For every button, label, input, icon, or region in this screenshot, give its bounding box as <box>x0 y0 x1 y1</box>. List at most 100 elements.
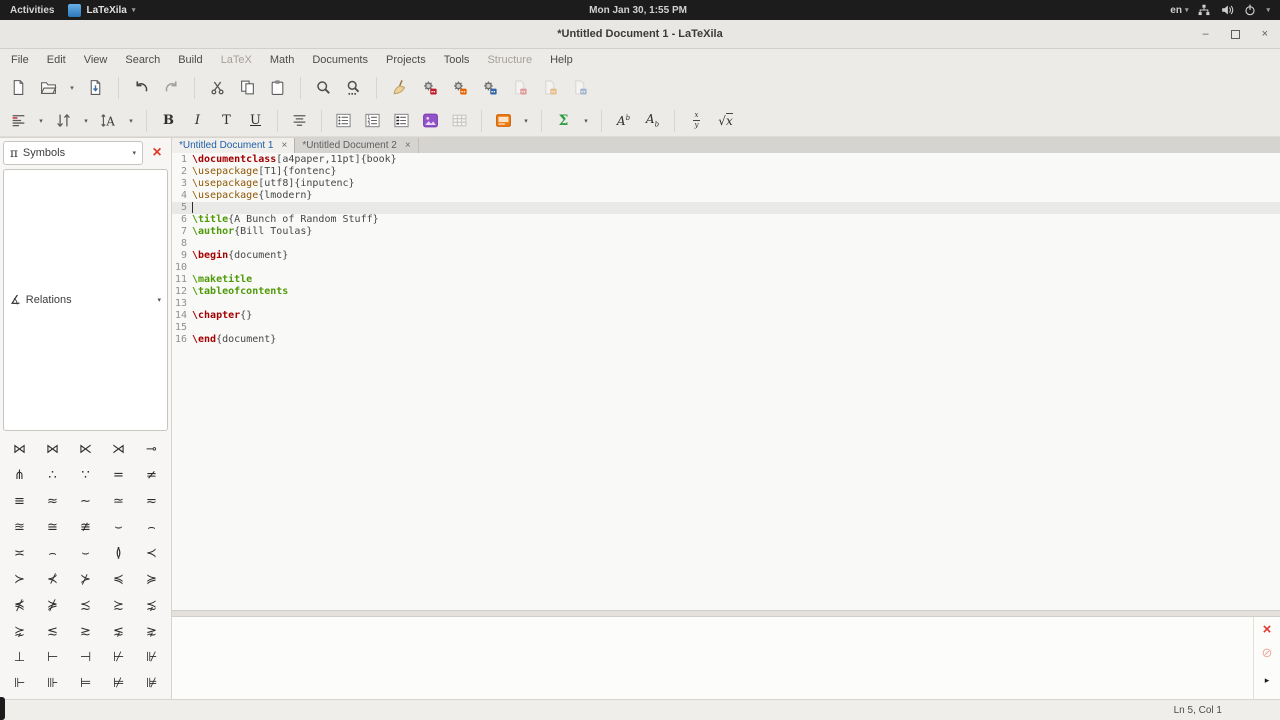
activities-button[interactable]: Activities <box>10 5 54 16</box>
symbol-button[interactable]: ⊯ <box>135 670 168 696</box>
italic-button[interactable]: I <box>185 108 210 133</box>
symbol-button[interactable]: ∵ <box>69 462 102 488</box>
symbol-button[interactable]: ⊥ <box>3 644 36 670</box>
character-size-button[interactable]: A <box>96 108 121 133</box>
menu-structure[interactable]: Structure <box>478 51 541 69</box>
code-line[interactable]: 15 <box>172 322 1280 334</box>
code-line[interactable]: 7\author{Bill Toulas} <box>172 226 1280 238</box>
open-recent-dropdown[interactable]: ▾ <box>66 75 78 100</box>
code-line[interactable]: 1\documentclass[a4paper,11pt]{book} <box>172 154 1280 166</box>
expand-panel-icon[interactable]: ▸ <box>1265 676 1270 685</box>
close-side-panel-button[interactable]: × <box>146 142 168 164</box>
code-line[interactable]: 2\usepackage[T1]{fontenc} <box>172 166 1280 178</box>
list-description-button[interactable] <box>389 108 414 133</box>
build-tool-blue-button[interactable] <box>477 75 502 100</box>
symbol-button[interactable]: ≠ <box>135 462 168 488</box>
symbol-button[interactable]: ≊ <box>3 514 36 540</box>
focused-app-menu[interactable]: LaTeXila ▾ <box>68 4 135 17</box>
symbol-button[interactable]: ⊨ <box>69 670 102 696</box>
symbol-button[interactable]: ⋉ <box>69 436 102 462</box>
code-line[interactable]: 8 <box>172 238 1280 250</box>
centering-button[interactable] <box>287 108 312 133</box>
cut-button[interactable] <box>205 75 230 100</box>
close-tab-icon[interactable]: × <box>405 141 411 151</box>
symbol-button[interactable]: ⊢ <box>36 644 69 670</box>
menu-help[interactable]: Help <box>541 51 582 69</box>
symbol-button[interactable]: ⊀ <box>36 566 69 592</box>
menu-build[interactable]: Build <box>169 51 211 69</box>
code-line[interactable]: 3\usepackage[utf8]{inputenc} <box>172 178 1280 190</box>
close-output-icon[interactable]: × <box>1263 622 1272 637</box>
overlay-scrollbar-thumb[interactable] <box>0 697 5 720</box>
symbol-button[interactable]: ≼ <box>102 566 135 592</box>
symbol-button[interactable]: ≾ <box>69 592 102 618</box>
math-environments-dropdown[interactable]: ▾ <box>580 108 592 133</box>
clock[interactable]: Mon Jan 30, 1:55 PM <box>589 5 687 16</box>
sectioning-dropdown[interactable]: ▾ <box>35 108 47 133</box>
references-button[interactable] <box>51 108 76 133</box>
open-document-button[interactable] <box>36 75 61 100</box>
menu-latex[interactable]: LaTeX <box>212 51 261 69</box>
symbol-button[interactable]: ≽ <box>135 566 168 592</box>
symbol-button[interactable]: = <box>102 462 135 488</box>
build-tool-red-button[interactable] <box>417 75 442 100</box>
fraction-button[interactable]: xy <box>684 108 709 133</box>
menu-file[interactable]: File <box>2 51 38 69</box>
menu-tools[interactable]: Tools <box>435 51 479 69</box>
symbol-button[interactable]: ⋩ <box>3 618 36 644</box>
presentation-environment-button[interactable] <box>491 108 516 133</box>
code-line[interactable]: 5 <box>172 202 1280 214</box>
symbol-button[interactable]: ≂ <box>135 488 168 514</box>
close-tab-icon[interactable]: × <box>282 141 288 151</box>
code-line[interactable]: 11\maketitle <box>172 274 1280 286</box>
tab-active[interactable]: *Untitled Document 1× <box>172 138 295 153</box>
code-line[interactable]: 6\title{A Bunch of Random Stuff} <box>172 214 1280 226</box>
power-icon[interactable] <box>1243 3 1257 17</box>
symbol-button[interactable]: ≲ <box>36 618 69 644</box>
symbol-button[interactable]: ≿ <box>102 592 135 618</box>
symbol-button[interactable]: ⋠ <box>3 592 36 618</box>
subscript-button[interactable]: Ab <box>640 108 665 133</box>
symbol-button[interactable]: ⌣ <box>102 514 135 540</box>
symbol-button[interactable]: ≃ <box>102 488 135 514</box>
symbol-button[interactable]: ⋨ <box>135 592 168 618</box>
symbol-button[interactable]: ⋔ <box>3 462 36 488</box>
symbol-button[interactable]: ⊸ <box>135 436 168 462</box>
new-document-button[interactable] <box>6 75 31 100</box>
network-icon[interactable] <box>1197 3 1211 17</box>
symbol-button[interactable]: ≡ <box>3 488 36 514</box>
paste-button[interactable] <box>265 75 290 100</box>
menu-search[interactable]: Search <box>116 51 169 69</box>
save-document-button[interactable] <box>83 75 108 100</box>
symbol-button[interactable]: ⌣ <box>69 540 102 566</box>
undo-button[interactable] <box>129 75 154 100</box>
sectioning-button[interactable] <box>6 108 31 133</box>
side-panel-component-selector[interactable]: π Symbols ▾ <box>3 141 143 165</box>
clean-build-files-button[interactable] <box>387 75 412 100</box>
presentation-dropdown[interactable]: ▾ <box>520 108 532 133</box>
search-button[interactable] <box>311 75 336 100</box>
code-line[interactable]: 12\tableofcontents <box>172 286 1280 298</box>
symbol-button[interactable]: ⋦ <box>102 618 135 644</box>
symbol-button[interactable]: ⌢ <box>36 540 69 566</box>
symbol-button[interactable]: ⊬ <box>102 644 135 670</box>
symbol-button[interactable]: ≈ <box>36 488 69 514</box>
symbol-button[interactable]: ⋡ <box>36 592 69 618</box>
code-line[interactable]: 13 <box>172 298 1280 310</box>
code-line[interactable]: 14\chapter{} <box>172 310 1280 322</box>
symbol-button[interactable]: ∴ <box>36 462 69 488</box>
typewriter-button[interactable]: T <box>214 108 239 133</box>
code-line[interactable]: 10 <box>172 262 1280 274</box>
keyboard-layout-indicator[interactable]: en ▾ <box>1170 5 1188 16</box>
symbol-button[interactable]: ⊩ <box>3 670 36 696</box>
square-root-button[interactable]: √x <box>713 108 738 133</box>
symbol-button[interactable]: ⌢ <box>135 514 168 540</box>
symbol-button[interactable]: ⋊ <box>102 436 135 462</box>
symbol-button[interactable]: ⊣ <box>69 644 102 670</box>
references-dropdown[interactable]: ▾ <box>80 108 92 133</box>
maximize-button[interactable] <box>1231 30 1240 39</box>
math-environments-button[interactable]: Σ <box>551 108 576 133</box>
system-menu-chevron-icon[interactable]: ▾ <box>1266 6 1270 14</box>
menu-math[interactable]: Math <box>261 51 303 69</box>
code-editor[interactable]: 1\documentclass[a4paper,11pt]{book}2\use… <box>172 153 1280 610</box>
